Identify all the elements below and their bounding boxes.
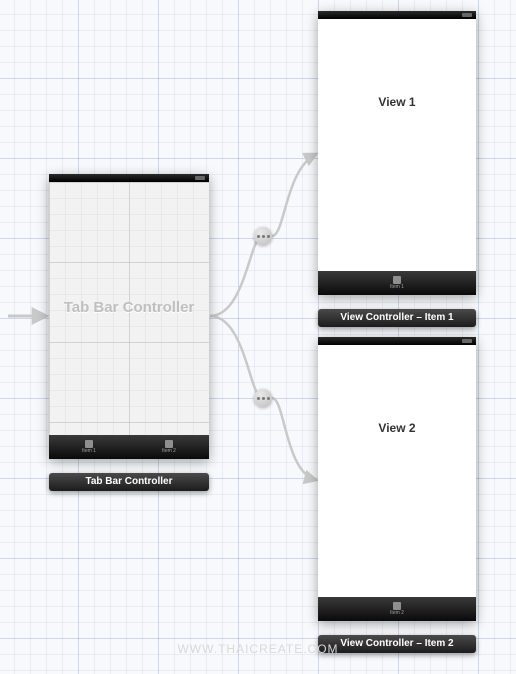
wire-segue1-to-view1 <box>272 154 316 236</box>
status-bar <box>318 11 476 19</box>
tab-icon <box>393 276 401 284</box>
tab-label: Item 2 <box>390 611 404 616</box>
scene-tab-bar-controller[interactable]: Tab Bar Controller Item 1 Item 2 <box>49 174 209 459</box>
view-body-label: View 2 <box>378 421 415 435</box>
tab-item-2[interactable]: Item 2 <box>129 435 209 459</box>
scene-caption-view1[interactable]: View Controller – Item 1 <box>318 309 476 327</box>
scene-caption-tab-controller[interactable]: Tab Bar Controller <box>49 473 209 491</box>
status-bar <box>318 337 476 345</box>
tab-bar[interactable]: Item 2 <box>318 597 476 621</box>
scene-caption-view2[interactable]: View Controller – Item 2 <box>318 635 476 653</box>
scene-body-tab-controller: Tab Bar Controller <box>49 182 209 435</box>
segue-node-2[interactable] <box>254 389 272 407</box>
tab-icon <box>85 440 93 448</box>
wire-tab-to-segue2 <box>210 316 262 398</box>
view-body-label: View 1 <box>378 95 415 109</box>
tab-label: Item 1 <box>390 285 404 290</box>
scene-view-controller-2[interactable]: View 2 Item 2 <box>318 337 476 621</box>
tab-label: Item 2 <box>162 449 176 454</box>
scene-body-view1: View 1 <box>318 19 476 271</box>
tab-item[interactable]: Item 2 <box>318 597 476 621</box>
tab-bar[interactable]: Item 1 <box>318 271 476 295</box>
status-bar <box>49 174 209 182</box>
segue-node-1[interactable] <box>254 227 272 245</box>
scene-view-controller-1[interactable]: View 1 Item 1 <box>318 11 476 295</box>
tab-icon <box>393 602 401 610</box>
ghost-title: Tab Bar Controller <box>64 298 195 315</box>
tab-icon <box>165 440 173 448</box>
storyboard-canvas[interactable]: Tab Bar Controller Item 1 Item 2 Tab Bar… <box>0 0 516 674</box>
watermark: WWW.THAICREATE.COM <box>177 642 338 656</box>
tab-item[interactable]: Item 1 <box>318 271 476 295</box>
tab-label: Item 1 <box>82 449 96 454</box>
tab-bar[interactable]: Item 1 Item 2 <box>49 435 209 459</box>
tab-item-1[interactable]: Item 1 <box>49 435 129 459</box>
scene-body-view2: View 2 <box>318 345 476 597</box>
wire-tab-to-segue1 <box>210 236 262 316</box>
wire-segue2-to-view2 <box>272 398 316 480</box>
